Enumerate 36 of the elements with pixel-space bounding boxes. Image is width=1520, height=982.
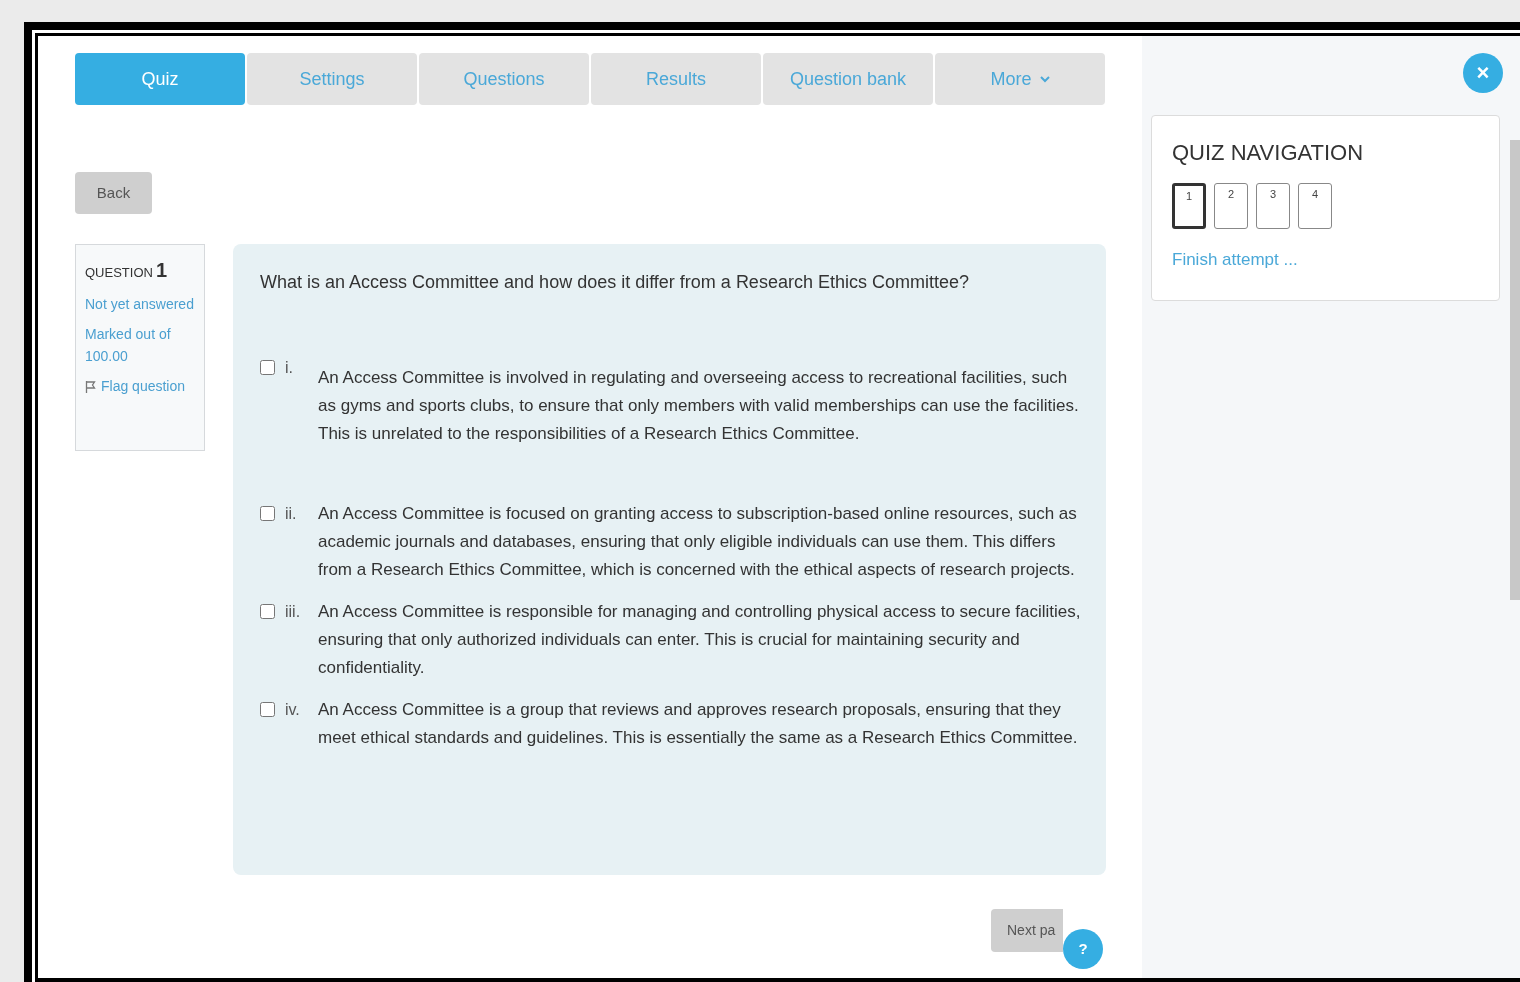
option-text: An Access Committee is a group that reviews and approves research proposals, ensuring that they meet ethical standards and guidelines. This is essentially the same as a Research Ethics Committee.	[318, 699, 1079, 749]
question-marks: Marked out of 100.00	[85, 325, 172, 366]
flag-question-link[interactable]: Flag question	[85, 375, 195, 397]
finish-attempt-link[interactable]: Finish attempt ...	[1172, 247, 1479, 273]
option-number: ii.	[285, 504, 298, 524]
help-button[interactable]: ?	[1063, 929, 1103, 969]
question-text: What is an Access Committee and how does it differ from a Research Ethics Committee?	[260, 271, 970, 294]
option-number: iv.	[285, 700, 301, 720]
next-page-button[interactable]: Next pa	[991, 909, 1063, 952]
question-page-button[interactable]: 2	[1214, 183, 1248, 229]
question-page-button[interactable]: 4	[1298, 183, 1332, 229]
option-number: i.	[285, 358, 294, 378]
question-page-button[interactable]: 3	[1256, 183, 1290, 229]
flag-icon	[85, 380, 97, 394]
tab[interactable]: Settings	[247, 53, 417, 105]
tab[interactable]: Question bank	[763, 53, 933, 105]
quiz-navigation-title: QUIZ NAVIGATION	[1172, 139, 1365, 167]
question-state: Not yet answered	[85, 295, 195, 314]
option-text: An Access Committee is responsible for managing and controlling physical access to secure facilities, ensuring that only authorized individuals can enter. This is crucial for maintaining security and confidentiality.	[318, 601, 1082, 679]
back-button[interactable]: Back	[75, 172, 152, 214]
option-text: An Access Committee is focused on granting access to subscription-based online resources, such as academic journals and databases, ensuring that only eligible individuals can use them. This differs from a Research Ethics Committee, which is concerned with the ethical aspects of research projects.	[318, 503, 1078, 581]
question-page-button[interactable]: 1	[1172, 183, 1206, 229]
scrollbar[interactable]	[1510, 140, 1520, 600]
option-text: An Access Committee is involved in regulating and overseeing access to recreational facilities, such as gyms and sports clubs, to ensure that only members with valid memberships can use the facilities. This is unrelated to the responsibilities of a Research Ethics Committee.	[318, 367, 1080, 445]
tab[interactable]: Results	[591, 53, 761, 105]
question-number: 1	[155, 258, 168, 283]
answer-checkbox[interactable]	[260, 360, 275, 375]
answer-checkbox[interactable]	[260, 604, 275, 619]
tab[interactable]: Quiz	[75, 53, 245, 105]
question-heading: QUESTION	[85, 264, 153, 282]
answer-checkbox[interactable]	[260, 506, 275, 521]
tab[interactable]: More	[935, 53, 1105, 105]
answer-checkbox[interactable]	[260, 702, 275, 717]
option-number: iii.	[285, 602, 302, 622]
close-button[interactable]: ×	[1463, 53, 1503, 93]
tab[interactable]: Questions	[419, 53, 589, 105]
